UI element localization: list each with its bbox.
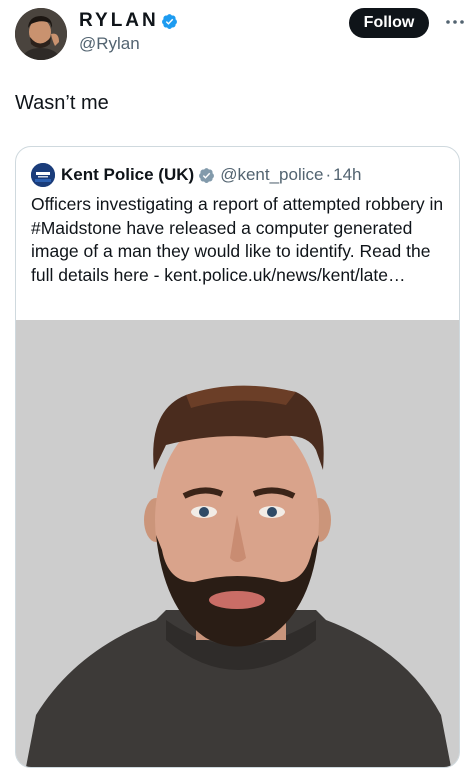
more-dots-icon[interactable] [441, 8, 469, 36]
gray-verified-badge-icon [199, 167, 215, 183]
user-avatar-icon [15, 8, 67, 60]
follow-button[interactable]: Follow [349, 8, 429, 38]
quoted-handle[interactable]: @kent_police [220, 165, 323, 185]
quoted-timestamp[interactable]: 14h [333, 165, 361, 185]
kent-police-logo-icon [31, 163, 55, 187]
quoted-display-name[interactable]: Kent Police (UK) [61, 165, 194, 185]
author-handle[interactable]: @Rylan [79, 34, 140, 54]
verified-badge-icon [161, 13, 177, 29]
author-display-name[interactable]: RYLAN [79, 10, 159, 32]
separator-dot: · [325, 165, 332, 184]
quoted-tweet-text: Officers investigating a report of attem… [31, 194, 444, 285]
tweet-text: Wasn’t me [15, 92, 109, 114]
quoted-tweet-card[interactable]: Kent Police (UK) @kent_police · 14h Offi… [15, 146, 460, 768]
author-avatar[interactable] [15, 8, 67, 60]
kent-police-logo[interactable] [31, 163, 55, 187]
author-name-row[interactable]: RYLAN [79, 10, 178, 32]
computer-generated-face-image[interactable] [16, 320, 459, 767]
efit-face-illustration [16, 320, 459, 767]
quoted-tweet-header: Kent Police (UK) @kent_police · 14h [31, 163, 362, 187]
more-dots-svg [446, 20, 464, 24]
